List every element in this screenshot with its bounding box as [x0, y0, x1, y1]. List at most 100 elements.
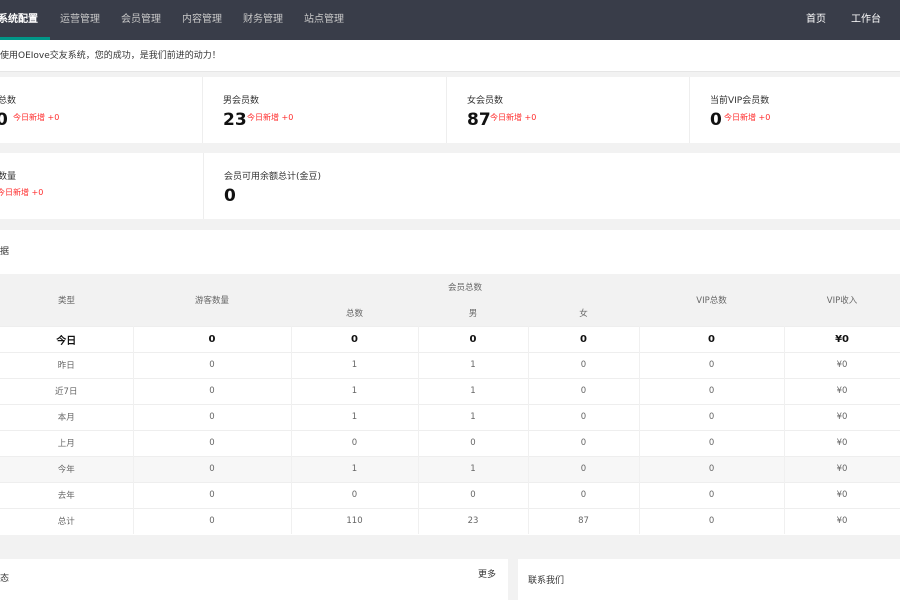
cell-vip: 0	[639, 481, 785, 508]
stat-today-increase: 今日新增 +0	[490, 113, 537, 122]
cell-visitors: 0	[133, 325, 292, 352]
nav-item-members[interactable]: 会员管理	[121, 0, 161, 40]
cell-female: 0	[528, 481, 640, 508]
cell-vip: 0	[639, 455, 785, 482]
table-row: 本月 0 1 1 0 0 ¥0	[0, 403, 900, 430]
cell-income: ¥0	[784, 481, 900, 508]
cell-female: 0	[528, 351, 640, 378]
more-link[interactable]: 更多	[478, 567, 496, 580]
contact-panel: 联系我们	[518, 559, 900, 600]
stat-label: 会员可用余额总计(金豆)	[224, 172, 322, 182]
table-row: 今年 0 1 1 0 0 ¥0	[0, 455, 900, 482]
cell-visitors: 0	[133, 455, 292, 482]
cell-visitors: 0	[133, 351, 292, 378]
cell-female: 0	[528, 377, 640, 404]
cell-type: 今年	[0, 455, 134, 482]
nav-workbench-link[interactable]: 工作台	[851, 0, 881, 40]
nav-home-link[interactable]: 首页	[806, 0, 826, 40]
contact-panel-title: 联系我们	[528, 576, 565, 586]
cell-female: 0	[528, 455, 640, 482]
cell-income: ¥0	[784, 325, 900, 352]
cell-female: 0	[528, 403, 640, 430]
stat-card-count: 数量 今日新增 +0	[0, 153, 204, 219]
cell-male: 0	[418, 481, 529, 508]
stat-today-increase: 今日新增 +0	[13, 113, 60, 122]
stat-card-female: 女会员数 87 今日新增 +0	[447, 77, 690, 143]
cell-male: 23	[418, 507, 529, 534]
cell-total: 0	[291, 325, 419, 352]
stat-today-increase: 今日新增 +0	[247, 113, 294, 122]
cell-male: 0	[418, 429, 529, 456]
cell-visitors: 0	[133, 377, 292, 404]
stat-label: 当前VIP会员数	[710, 96, 770, 106]
stats-row-balance: 数量 今日新增 +0 会员可用余额总计(金豆) 0	[0, 153, 900, 219]
nav-item-content[interactable]: 内容管理	[182, 0, 222, 40]
stat-value: 87	[467, 110, 491, 130]
header-vip-total: VIP总数	[639, 274, 785, 326]
statistics-table: 类型 游客数量 会员总数 VIP总数 VIP收入 总数 男 女 今日 0 0 0…	[0, 274, 900, 534]
cell-type: 本月	[0, 403, 134, 430]
data-statistics-panel: 据 类型 游客数量 会员总数 VIP总数 VIP收入 总数 男 女 今日 0 0…	[0, 230, 900, 535]
cell-male: 1	[418, 455, 529, 482]
cell-female: 87	[528, 507, 640, 534]
nav-item-finance[interactable]: 财务管理	[243, 0, 283, 40]
header-type: 类型	[0, 274, 133, 326]
header-visitors: 游客数量	[133, 274, 291, 326]
cell-male: 0	[418, 325, 529, 352]
cell-female: 0	[528, 429, 640, 456]
cell-male: 1	[418, 403, 529, 430]
cell-male: 1	[418, 377, 529, 404]
header-members-group: 会员总数	[291, 274, 640, 300]
cell-total: 0	[291, 429, 419, 456]
cell-type: 今日	[0, 325, 134, 352]
panel-title: 据	[0, 247, 10, 257]
stat-label: 数量	[0, 172, 17, 182]
stat-card-male: 男会员数 23 今日新增 +0	[203, 77, 447, 143]
cell-income: ¥0	[784, 429, 900, 456]
cell-male: 1	[418, 351, 529, 378]
stat-card-vip: 当前VIP会员数 0 今日新增 +0	[690, 77, 900, 143]
news-panel: 态 更多	[0, 559, 508, 600]
cell-vip: 0	[639, 351, 785, 378]
cell-visitors: 0	[133, 481, 292, 508]
cell-vip: 0	[639, 429, 785, 456]
cell-income: ¥0	[784, 403, 900, 430]
cell-total: 110	[291, 507, 419, 534]
cell-type: 总计	[0, 507, 134, 534]
table-row: 上月 0 0 0 0 0 ¥0	[0, 429, 900, 456]
cell-visitors: 0	[133, 403, 292, 430]
stat-label: 男会员数	[223, 96, 260, 106]
nav-item-operations[interactable]: 运营管理	[60, 0, 100, 40]
stat-today-increase: 今日新增 +0	[724, 113, 771, 122]
cell-type: 去年	[0, 481, 134, 508]
cell-vip: 0	[639, 507, 785, 534]
header-total: 总数	[291, 300, 418, 326]
top-nav: 系统配置 运营管理 会员管理 内容管理 财务管理 站点管理 首页 工作台	[0, 0, 900, 40]
table-row: 总计 0 110 23 87 0 ¥0	[0, 507, 900, 534]
cell-type: 上月	[0, 429, 134, 456]
table-row: 今日 0 0 0 0 0 ¥0	[0, 325, 900, 352]
nav-item-system-config[interactable]: 系统配置	[0, 0, 38, 40]
stat-label: 总数	[0, 96, 17, 106]
header-male: 男	[418, 300, 528, 326]
cell-type: 昨日	[0, 351, 134, 378]
cell-female: 0	[528, 325, 640, 352]
table-row: 去年 0 0 0 0 0 ¥0	[0, 481, 900, 508]
cell-vip: 0	[639, 377, 785, 404]
nav-item-site[interactable]: 站点管理	[304, 0, 344, 40]
cell-visitors: 0	[133, 507, 292, 534]
stat-value: 0	[710, 110, 722, 130]
cell-income: ¥0	[784, 351, 900, 378]
cell-type: 近7日	[0, 377, 134, 404]
cell-total: 1	[291, 351, 419, 378]
cell-income: ¥0	[784, 455, 900, 482]
stat-value: 0	[0, 110, 8, 130]
stat-card-balance: 会员可用余额总计(金豆) 0	[204, 153, 900, 219]
cell-total: 1	[291, 403, 419, 430]
cell-total: 0	[291, 481, 419, 508]
cell-vip: 0	[639, 403, 785, 430]
stats-row-members: 总数 0 今日新增 +0 男会员数 23 今日新增 +0 女会员数 87 今日新…	[0, 77, 900, 143]
cell-income: ¥0	[784, 507, 900, 534]
cell-visitors: 0	[133, 429, 292, 456]
stat-label: 女会员数	[467, 96, 504, 106]
